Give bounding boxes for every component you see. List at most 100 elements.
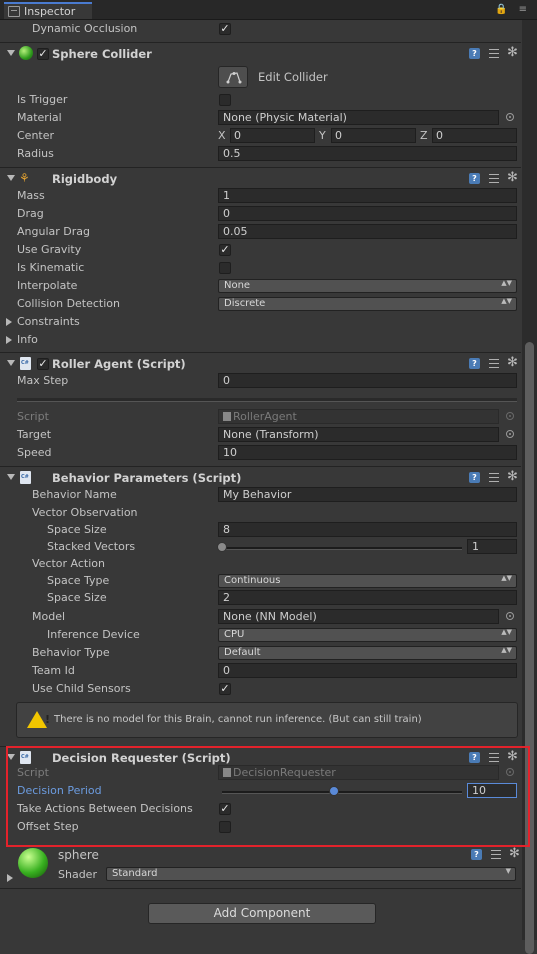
presets-icon[interactable] bbox=[491, 848, 501, 860]
gear-icon[interactable]: ✻ bbox=[507, 355, 518, 370]
scrollbar[interactable] bbox=[522, 20, 537, 954]
help-icon[interactable]: ? bbox=[471, 849, 482, 860]
stacked-vectors-field[interactable]: 1 bbox=[467, 539, 517, 554]
center-row: Center X 0 Y 0 Z 0 bbox=[0, 127, 521, 145]
behavior-name-field[interactable]: My Behavior bbox=[218, 487, 517, 502]
object-picker-icon[interactable] bbox=[506, 612, 514, 620]
angular-drag-field[interactable]: 0.05 bbox=[218, 224, 517, 239]
gear-icon[interactable]: ✻ bbox=[507, 170, 518, 185]
center-y-label[interactable]: Y bbox=[319, 129, 326, 142]
roller-agent-header[interactable]: ✓ Roller Agent (Script) ? ✻ bbox=[0, 354, 521, 374]
speed-field[interactable]: 10 bbox=[218, 445, 517, 460]
collision-detection-dropdown[interactable]: Discrete ▲▼ bbox=[218, 297, 517, 311]
sphere-collider-enabled-checkbox[interactable]: ✓ bbox=[37, 48, 49, 60]
warning-mark: ! bbox=[45, 713, 51, 726]
object-picker-icon[interactable] bbox=[506, 113, 514, 121]
foldout-arrow-icon[interactable] bbox=[7, 360, 15, 366]
offset-step-checkbox[interactable] bbox=[219, 821, 231, 833]
presets-icon[interactable] bbox=[489, 751, 499, 763]
foldout-arrow-icon[interactable] bbox=[6, 336, 12, 344]
is-kinematic-checkbox[interactable] bbox=[219, 262, 231, 274]
presets-icon[interactable] bbox=[489, 172, 499, 184]
presets-icon[interactable] bbox=[489, 357, 499, 369]
center-x-label[interactable]: X bbox=[218, 129, 226, 142]
divider bbox=[0, 167, 521, 168]
decision-period-field[interactable]: 10 bbox=[467, 783, 517, 798]
dynamic-occlusion-row: Dynamic Occlusion ✓ bbox=[0, 20, 521, 38]
help-icon[interactable]: ? bbox=[469, 48, 480, 59]
use-gravity-checkbox[interactable]: ✓ bbox=[219, 244, 231, 256]
roller-agent-enabled-checkbox[interactable]: ✓ bbox=[37, 358, 49, 370]
help-icon[interactable]: ? bbox=[469, 358, 480, 369]
rigidbody-header[interactable]: ⚘ Rigidbody ? ✻ bbox=[0, 169, 521, 189]
target-field[interactable]: None (Transform) bbox=[218, 427, 499, 442]
action-space-size-field[interactable]: 2 bbox=[218, 590, 517, 605]
tab-bar: Inspector 🔒 ≡ bbox=[0, 0, 537, 20]
drag-field[interactable]: 0 bbox=[218, 206, 517, 221]
action-space-size-row: Space Size 2 bbox=[0, 589, 521, 607]
gear-icon[interactable]: ✻ bbox=[507, 749, 518, 764]
behavior-parameters-header[interactable]: Behavior Parameters (Script) ? ✻ bbox=[0, 468, 521, 488]
behavior-name-label: Behavior Name bbox=[32, 488, 117, 501]
foldout-arrow-icon[interactable] bbox=[7, 874, 13, 882]
use-gravity-label: Use Gravity bbox=[17, 243, 82, 256]
inference-device-dropdown[interactable]: CPU ▲▼ bbox=[218, 628, 517, 642]
info-row[interactable]: Info bbox=[0, 331, 521, 349]
presets-icon[interactable] bbox=[489, 47, 499, 59]
gear-icon[interactable]: ✻ bbox=[507, 469, 518, 484]
decision-period-slider[interactable] bbox=[222, 791, 462, 794]
info-label[interactable]: Info bbox=[17, 333, 38, 346]
edit-collider-icon bbox=[226, 72, 242, 84]
stacked-vectors-slider[interactable] bbox=[222, 547, 462, 550]
presets-icon[interactable] bbox=[489, 471, 499, 483]
space-size-field[interactable]: 8 bbox=[218, 522, 517, 537]
foldout-arrow-icon[interactable] bbox=[7, 474, 15, 480]
target-row: Target None (Transform) bbox=[0, 426, 521, 444]
foldout-arrow-icon[interactable] bbox=[7, 175, 15, 181]
center-y-field[interactable]: 0 bbox=[331, 128, 416, 143]
edit-collider-button[interactable] bbox=[218, 66, 248, 88]
space-type-dropdown[interactable]: Continuous ▲▼ bbox=[218, 574, 517, 588]
tab-options-icon[interactable]: 🔒 ≡ bbox=[495, 4, 531, 15]
help-icon[interactable]: ? bbox=[469, 752, 480, 763]
center-x-field[interactable]: 0 bbox=[230, 128, 315, 143]
foldout-arrow-icon[interactable] bbox=[7, 754, 15, 760]
drag-row: Drag 0 bbox=[0, 205, 521, 223]
radius-field[interactable]: 0.5 bbox=[218, 146, 517, 161]
behavior-type-dropdown[interactable]: Default ▲▼ bbox=[218, 646, 517, 660]
script-row: Script RollerAgent bbox=[0, 408, 521, 426]
constraints-label[interactable]: Constraints bbox=[17, 315, 80, 328]
decision-period-slider-handle[interactable] bbox=[329, 786, 339, 796]
speed-label: Speed bbox=[17, 446, 52, 459]
sphere-collider-header[interactable]: ✓ Sphere Collider ? ✻ bbox=[0, 44, 521, 64]
object-picker-icon[interactable] bbox=[506, 430, 514, 438]
take-actions-checkbox[interactable]: ✓ bbox=[219, 803, 231, 815]
use-child-sensors-checkbox[interactable]: ✓ bbox=[219, 683, 231, 695]
center-z-field[interactable]: 0 bbox=[432, 128, 517, 143]
mass-field[interactable]: 1 bbox=[218, 188, 517, 203]
shader-dropdown[interactable]: Standard ▼ bbox=[106, 867, 516, 881]
scrollbar-thumb[interactable] bbox=[525, 342, 534, 954]
add-component-button[interactable]: Add Component bbox=[148, 903, 376, 924]
foldout-arrow-icon[interactable] bbox=[6, 318, 12, 326]
model-field[interactable]: None (NN Model) bbox=[218, 609, 499, 624]
center-z-label[interactable]: Z bbox=[420, 129, 428, 142]
help-icon[interactable]: ? bbox=[469, 472, 480, 483]
foldout-arrow-icon[interactable] bbox=[7, 50, 15, 56]
gear-icon[interactable]: ✻ bbox=[509, 846, 520, 861]
model-row: Model None (NN Model) bbox=[0, 608, 521, 626]
gear-icon[interactable]: ✻ bbox=[507, 45, 518, 60]
take-actions-label: Take Actions Between Decisions bbox=[17, 802, 193, 815]
stacked-vectors-slider-handle[interactable] bbox=[217, 542, 227, 552]
team-id-field[interactable]: 0 bbox=[218, 663, 517, 678]
is-trigger-checkbox[interactable] bbox=[219, 94, 231, 106]
warning-icon bbox=[27, 711, 47, 728]
help-icon[interactable]: ? bbox=[469, 173, 480, 184]
tab-inspector[interactable]: Inspector bbox=[4, 2, 92, 19]
max-step-field[interactable]: 0 bbox=[218, 373, 517, 388]
material-label: Material bbox=[17, 111, 62, 124]
constraints-row[interactable]: Constraints bbox=[0, 313, 521, 331]
dynamic-occlusion-checkbox[interactable]: ✓ bbox=[219, 23, 231, 35]
interpolate-dropdown[interactable]: None ▲▼ bbox=[218, 279, 517, 293]
material-field[interactable]: None (Physic Material) bbox=[218, 110, 499, 125]
